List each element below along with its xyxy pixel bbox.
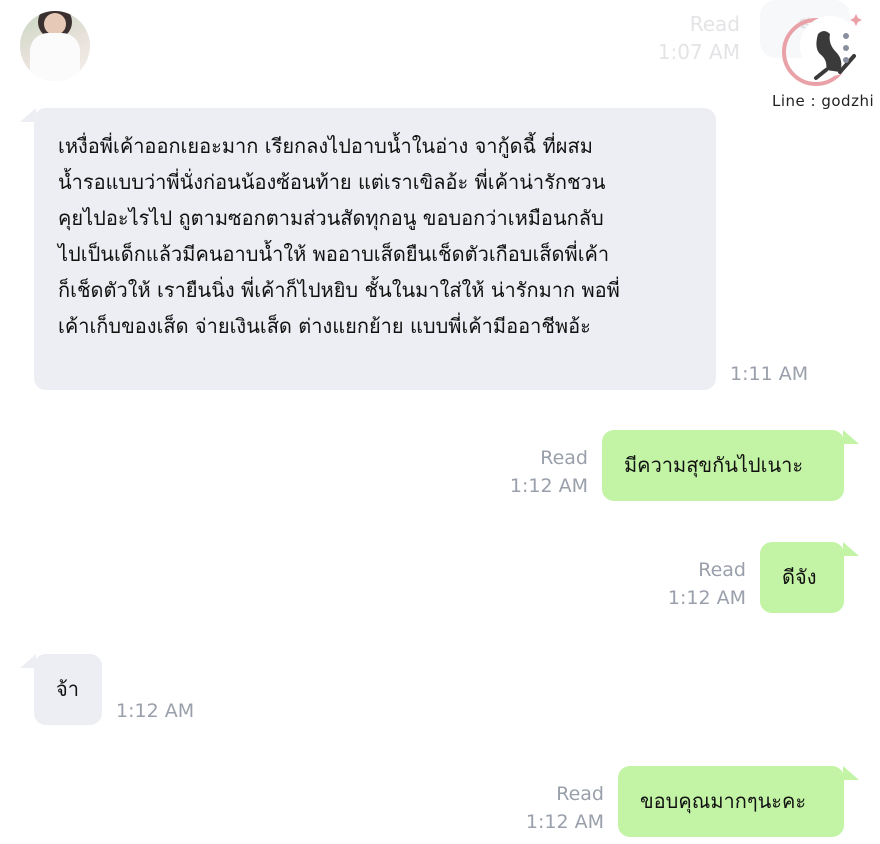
bubble-tail [843,542,859,556]
outgoing-message-bubble[interactable]: ขอบคุณมากๆนะคะ [618,766,844,837]
read-receipt: Read 1:12 AM [525,783,604,833]
message-text: ขอบคุณมากๆนะคะ [640,789,807,813]
message-line: ไปเป็นเด็กแล้วมีคนอาบน้ำให้ พออาบเส็ดยืน… [58,242,610,266]
outgoing-message-bubble[interactable]: ดีจัง [760,542,844,613]
message-line: ก็เช็ดตัวให้ เรายืนนิ่ง พี่เค้าก็ไปหยิบ … [58,278,620,302]
previous-read-status: Read 1:07 AM [657,12,740,64]
bubble-tail [843,430,859,444]
contact-avatar[interactable] [20,11,90,81]
message-line: น้ำรอแบบว่าพี่นั่งก่อนน้องซ้อนท้าย แต่เร… [58,170,606,194]
incoming-message-bubble[interactable]: เหงื่อพี่เค้าออกเยอะมาก เรียกลงไปอาบน้ำใ… [34,108,716,390]
message-text: จ้า [56,677,79,701]
message-time: 1:12 AM [116,700,195,722]
read-receipt: Read 1:12 AM [509,447,588,497]
message-text: ดีจัง [782,565,817,589]
read-receipt: Read 1:12 AM [667,559,746,609]
logo-text: Line : godzhi [772,92,875,110]
message-line: เค้าเก็บของเส็ด จ่ายเงินเส็ด ต่างแยกย้าย… [58,314,591,338]
logo: Line : godzhi [770,6,876,116]
message-line: เหงื่อพี่เค้าออกเยอะมาก เรียกลงไปอาบน้ำใ… [58,134,593,158]
message-time: 1:11 AM [730,363,809,385]
outgoing-message-bubble[interactable]: มีความสุขกันไปเนาะ [602,430,844,501]
bubble-tail [843,766,859,780]
logo-mark-icon [782,14,862,86]
incoming-message-bubble[interactable]: จ้า [34,654,102,725]
message-text: มีความสุขกันไปเนาะ [624,453,804,477]
message-line: คุยไปอะไรไป ถูตามซอกตามส่วนสัดทุกอนู ขอบ… [58,206,604,230]
